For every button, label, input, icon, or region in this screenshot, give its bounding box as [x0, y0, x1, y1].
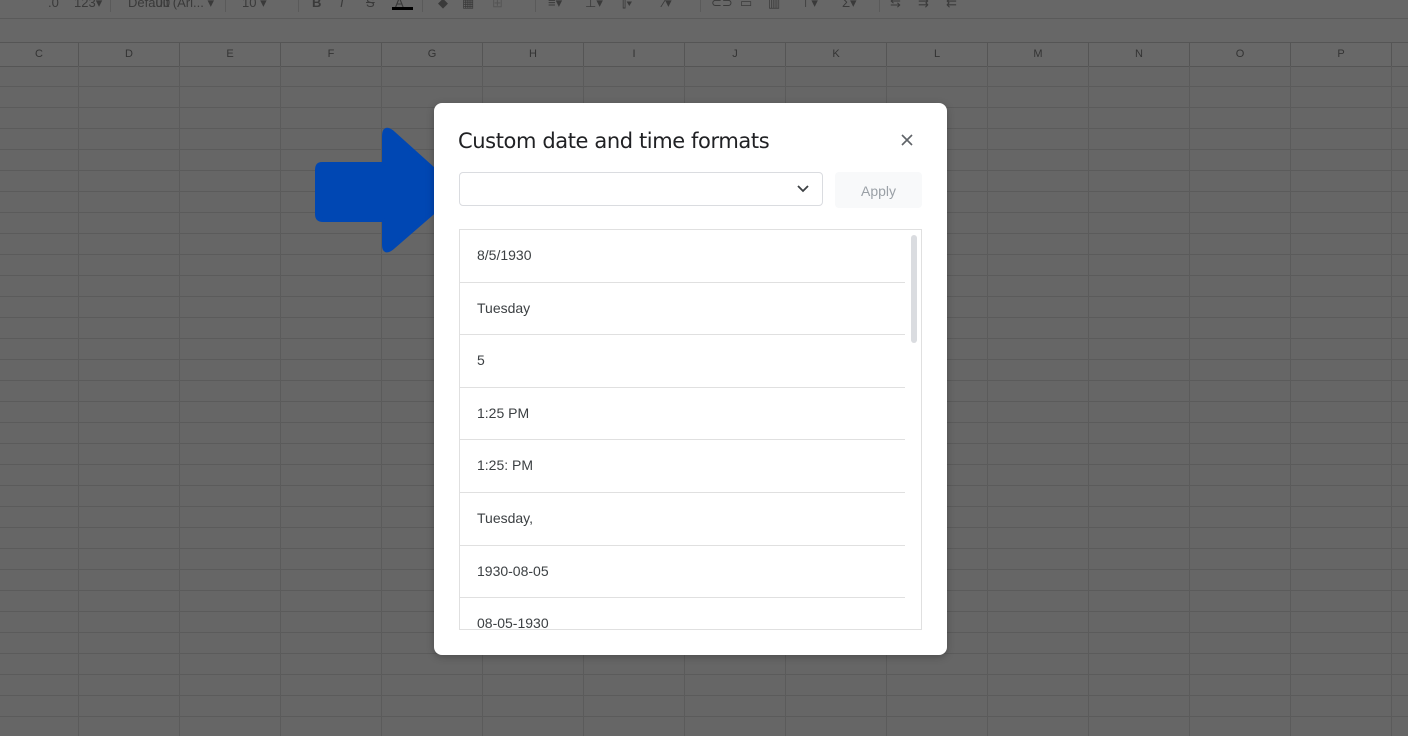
column-header-k[interactable]: K	[786, 43, 887, 66]
column-header-i[interactable]: I	[584, 43, 685, 66]
font-family-select[interactable]: Default (Ari... ▾	[128, 0, 214, 12]
more-formats-button[interactable]: 123▾	[74, 0, 102, 12]
horizontal-align-icon[interactable]: ≡▾	[548, 0, 562, 12]
text-direction-icon[interactable]: ⇇	[946, 0, 957, 12]
grid-column-line	[78, 66, 79, 736]
text-color-button[interactable]: A	[395, 0, 404, 12]
column-header-c[interactable]: C	[0, 43, 79, 66]
toolbar-divider	[879, 0, 880, 12]
decrease-decimal-button[interactable]: .0	[48, 0, 59, 12]
insert-comment-icon[interactable]: ▭	[740, 0, 752, 12]
grid-column-line	[1391, 66, 1392, 736]
toolbar-divider	[225, 0, 226, 12]
column-header-e[interactable]: E	[180, 43, 281, 66]
strikethrough-button[interactable]: S	[366, 0, 375, 12]
apply-button[interactable]: Apply	[835, 172, 922, 208]
insert-chart-icon[interactable]: ▥	[768, 0, 780, 12]
format-option[interactable]: 08-05-1930	[460, 598, 905, 629]
toolbar-divider	[298, 0, 299, 12]
dialog-title: Custom date and time formats	[458, 129, 770, 153]
column-header-f[interactable]: F	[281, 43, 382, 66]
format-select[interactable]	[459, 172, 823, 206]
close-button[interactable]	[896, 129, 918, 151]
column-header-l[interactable]: L	[887, 43, 988, 66]
column-header-g[interactable]: G	[382, 43, 483, 66]
rtl-icon[interactable]: ⇆	[890, 0, 901, 12]
text-rotation-icon[interactable]: ⁄▾	[663, 0, 672, 12]
column-header-m[interactable]: M	[988, 43, 1089, 66]
format-option[interactable]: Tuesday,	[460, 493, 905, 546]
column-header-j[interactable]: J	[685, 43, 786, 66]
vertical-align-icon[interactable]: ⊥▾	[585, 0, 603, 12]
fill-color-icon[interactable]: ◆	[438, 0, 448, 12]
close-icon	[901, 134, 913, 146]
column-headers: CDEFGHIJKLMNOP	[0, 43, 1408, 67]
insert-link-icon[interactable]: ⊂⊃	[711, 0, 733, 12]
grid-column-line	[280, 66, 281, 736]
format-list: 8/5/1930 Tuesday 5 1:25 PM 1:25: PM Tues…	[459, 229, 922, 630]
format-option[interactable]: Tuesday	[460, 283, 905, 336]
toolbar-divider	[110, 0, 111, 12]
bold-button[interactable]: B	[312, 0, 321, 12]
font-size-select[interactable]: 10 ▾	[242, 0, 267, 12]
format-option[interactable]: 5	[460, 335, 905, 388]
chevron-down-icon	[797, 185, 809, 193]
list-scrollbar[interactable]	[911, 235, 917, 343]
text-wrap-icon[interactable]: ⫿▾	[622, 0, 633, 12]
column-header-h[interactable]: H	[483, 43, 584, 66]
filter-icon[interactable]: ⊤▾	[800, 0, 818, 12]
toolbar: .0 .00 123▾ Default (Ari... ▾ 10 ▾ B I S…	[0, 0, 1408, 19]
merge-cells-icon[interactable]: ⊞	[492, 0, 503, 12]
italic-button[interactable]: I	[340, 0, 344, 12]
column-header-o[interactable]: O	[1190, 43, 1291, 66]
text-color-swatch	[392, 7, 413, 10]
format-option[interactable]: 8/5/1930	[460, 230, 905, 283]
column-header-d[interactable]: D	[79, 43, 180, 66]
toolbar-divider	[700, 0, 701, 12]
grid-column-line	[179, 66, 180, 736]
functions-icon[interactable]: Σ▾	[842, 0, 857, 12]
formula-bar[interactable]	[0, 19, 1408, 43]
toolbar-divider	[535, 0, 536, 12]
column-header-n[interactable]: N	[1089, 43, 1190, 66]
custom-date-time-dialog: Custom date and time formats Apply 8/5/1…	[434, 103, 947, 655]
grid-column-line	[1189, 66, 1190, 736]
grid-column-line	[1290, 66, 1291, 736]
grid-column-line	[1088, 66, 1089, 736]
column-header-p[interactable]: P	[1291, 43, 1392, 66]
ltr-icon[interactable]: ⇉	[918, 0, 929, 12]
grid-column-line	[987, 66, 988, 736]
format-option[interactable]: 1:25 PM	[460, 388, 905, 441]
format-option[interactable]: 1:25: PM	[460, 440, 905, 493]
borders-icon[interactable]: ▦	[462, 0, 474, 12]
format-option[interactable]: 1930-08-05	[460, 546, 905, 599]
toolbar-divider	[422, 0, 423, 12]
